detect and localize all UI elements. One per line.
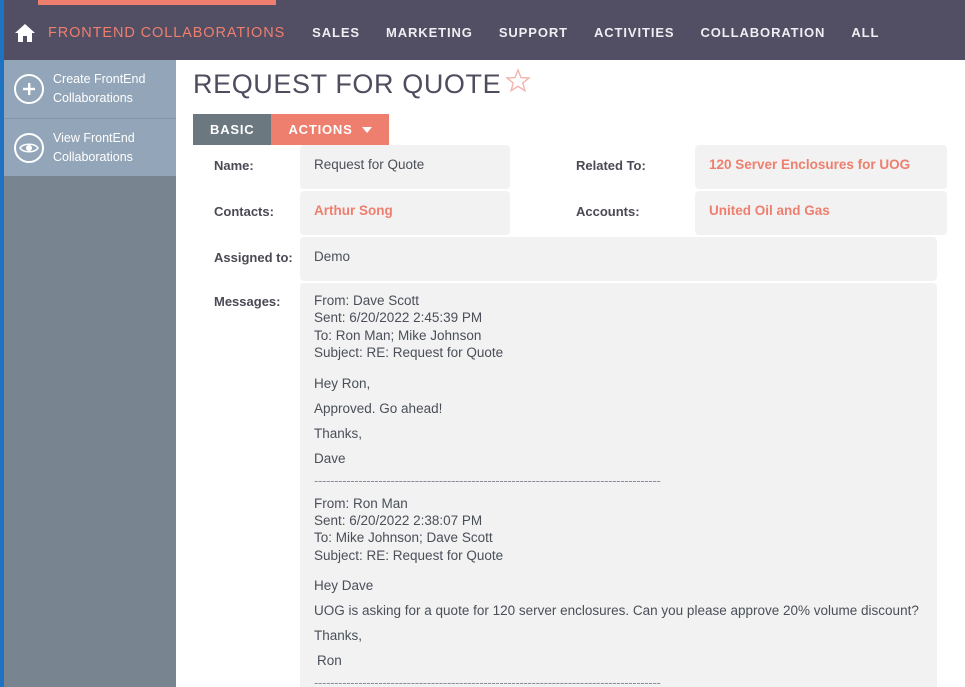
sidebar-item-create-frontend-collaborations[interactable]: Create FrontEnd Collaborations <box>4 60 176 118</box>
message-thread-item: From: Dave Scott Sent: 6/20/2022 2:45:39… <box>314 292 923 489</box>
tab-basic[interactable]: BASIC <box>193 114 272 145</box>
top-navigation-bar: FRONTEND COLLABORATIONS SALES MARKETING … <box>4 0 965 60</box>
message-closing: Thanks, <box>314 425 363 441</box>
page-title-text: REQUEST FOR QUOTE <box>193 69 502 99</box>
field-row-contacts: Contacts: Arthur Song <box>193 191 565 237</box>
message-thread-item: From: Ron Man Sent: 6/20/2022 2:38:07 PM… <box>314 495 923 687</box>
field-label-related-to: Related To: <box>576 158 646 173</box>
tab-actions[interactable]: ACTIONS <box>271 114 389 145</box>
message-body: UOG is asking for a quote for 120 server… <box>314 603 919 619</box>
message-to: To: Ron Man; Mike Johnson <box>314 327 482 343</box>
message-from: From: Dave Scott <box>314 293 420 308</box>
nav-item-collaboration[interactable]: COLLABORATION <box>688 25 839 40</box>
field-column-right: Related To: 120 Server Enclosures for UO… <box>565 145 948 237</box>
field-value-contacts[interactable]: Arthur Song <box>300 191 510 235</box>
message-greeting: Hey Ron, <box>314 375 371 391</box>
nav-item-all[interactable]: ALL <box>838 25 892 40</box>
field-label-assigned-to: Assigned to: <box>214 250 293 265</box>
field-columns: Name: Request for Quote Contacts: Arthur… <box>193 145 948 237</box>
message-subject: Subject: RE: Request for Quote <box>314 547 504 563</box>
record-detail-panel: Name: Request for Quote Contacts: Arthur… <box>193 145 948 687</box>
message-from: From: Ron Man <box>314 495 408 511</box>
tab-bar: BASIC ACTIONS <box>193 114 389 145</box>
field-value-assigned-to[interactable]: Demo <box>300 237 937 281</box>
main-content: REQUEST FOR QUOTE BASIC ACTIONS Name: Re… <box>176 60 965 687</box>
message-divider: ----------------------------------------… <box>314 677 661 687</box>
message-sent: Sent: 6/20/2022 2:38:07 PM <box>314 513 483 529</box>
tab-basic-label: BASIC <box>210 122 255 137</box>
brand-title[interactable]: FRONTEND COLLABORATIONS <box>48 25 285 41</box>
field-value-name[interactable]: Request for Quote <box>300 145 510 189</box>
field-value-accounts[interactable]: United Oil and Gas <box>695 191 947 235</box>
sidebar: Create FrontEnd Collaborations View Fron… <box>4 60 176 687</box>
field-value-messages[interactable]: From: Dave Scott Sent: 6/20/2022 2:45:39… <box>300 283 937 687</box>
message-to: To: Mike Johnson; Dave Scott <box>314 530 493 546</box>
message-signature: Dave <box>314 450 346 466</box>
field-row-accounts: Accounts: United Oil and Gas <box>565 191 948 237</box>
nav-item-marketing[interactable]: MARKETING <box>373 25 486 40</box>
chevron-down-icon <box>361 126 372 133</box>
plus-circle-icon <box>14 74 44 104</box>
message-closing: Thanks, <box>314 628 363 644</box>
sidebar-item-label: View FrontEnd Collaborations <box>53 130 135 164</box>
message-divider: ----------------------------------------… <box>314 474 661 488</box>
field-label-messages: Messages: <box>214 294 281 309</box>
field-column-left: Name: Request for Quote Contacts: Arthur… <box>193 145 565 237</box>
nav-item-sales[interactable]: SALES <box>299 25 373 40</box>
tab-actions-label: ACTIONS <box>288 122 353 137</box>
field-row-related-to: Related To: 120 Server Enclosures for UO… <box>565 145 948 191</box>
message-greeting: Hey Dave <box>314 578 374 594</box>
field-label-accounts: Accounts: <box>576 204 640 219</box>
field-row-assigned-to: Assigned to: Demo <box>193 237 948 283</box>
home-icon[interactable] <box>8 18 42 48</box>
message-sent: Sent: 6/20/2022 2:45:39 PM <box>314 310 483 326</box>
message-signature: Ron <box>317 653 342 669</box>
field-label-name: Name: <box>214 158 254 173</box>
field-row-messages: Messages: From: Dave Scott Sent: 6/20/20… <box>193 283 948 687</box>
field-label-contacts: Contacts: <box>214 204 274 219</box>
star-outline-icon[interactable] <box>504 67 532 102</box>
sidebar-item-label: Create FrontEnd Collaborations <box>53 72 146 105</box>
field-row-name: Name: Request for Quote <box>193 145 565 191</box>
eye-icon <box>14 132 44 163</box>
left-edge-strip <box>0 0 4 687</box>
message-body: Approved. Go ahead! <box>314 400 443 416</box>
sidebar-item-view-frontend-collaborations[interactable]: View FrontEnd Collaborations <box>4 118 176 176</box>
field-value-related-to[interactable]: 120 Server Enclosures for UOG <box>695 145 947 189</box>
page-title: REQUEST FOR QUOTE <box>193 67 532 102</box>
app-root: FRONTEND COLLABORATIONS SALES MARKETING … <box>0 0 965 687</box>
message-subject: Subject: RE: Request for Quote <box>314 345 504 361</box>
nav-item-support[interactable]: SUPPORT <box>486 25 581 40</box>
nav-item-activities[interactable]: ACTIVITIES <box>581 25 688 40</box>
